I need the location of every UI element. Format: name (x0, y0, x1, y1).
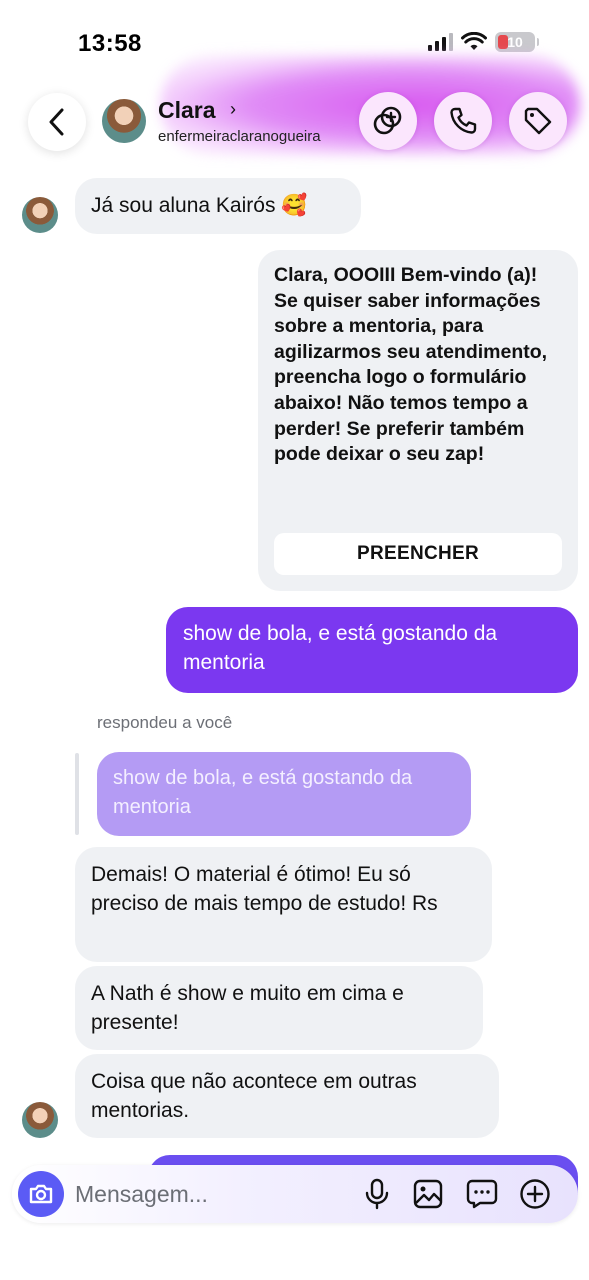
gallery-icon (413, 1179, 443, 1209)
battery-icon: 10 (495, 32, 539, 52)
auto-reply-text: Clara, OOOIII Bem-vindo (a)! Se quiser s… (274, 264, 548, 466)
contact-name[interactable]: Clara (158, 97, 216, 124)
quoted-message[interactable]: show de bola, e está gostando da mentori… (97, 752, 471, 836)
incoming-message[interactable]: Demais! O material é ótimo! Eu só precis… (75, 847, 492, 962)
microphone-button[interactable] (360, 1177, 394, 1211)
sender-avatar[interactable] (22, 1102, 58, 1138)
auto-reply-card: Clara, OOOIII Bem-vindo (a)! Se quiser s… (258, 250, 578, 591)
sticker-button[interactable] (359, 92, 417, 150)
camera-icon (29, 1184, 53, 1204)
wifi-icon (461, 32, 487, 50)
chat-icon (466, 1179, 498, 1209)
reply-indicator (75, 753, 79, 835)
status-time: 13:58 (78, 30, 142, 57)
signal-icon (428, 33, 453, 51)
outgoing-message[interactable]: show de bola, e está gostando da mentori… (166, 607, 578, 693)
add-button[interactable] (518, 1177, 552, 1211)
plus-icon (520, 1179, 550, 1209)
reply-label: respondeu a você (97, 713, 233, 732)
back-button[interactable] (28, 93, 86, 151)
incoming-message[interactable]: A Nath é show e muito em cima e presente… (75, 966, 483, 1050)
message-input[interactable] (75, 1178, 345, 1210)
tag-button[interactable] (509, 92, 567, 150)
tag-icon (524, 107, 552, 135)
call-button[interactable] (434, 92, 492, 150)
incoming-message[interactable]: Coisa que não acontece em outras mentori… (75, 1054, 499, 1138)
contact-avatar[interactable] (102, 99, 146, 143)
camera-button[interactable] (18, 1171, 64, 1217)
chevron-left-icon (49, 108, 64, 136)
battery-level: 10 (507, 34, 523, 50)
sender-avatar[interactable] (22, 197, 58, 233)
contact-username[interactable]: enfermeiraclaranogueira (158, 128, 321, 145)
gallery-button[interactable] (411, 1177, 445, 1211)
incoming-message[interactable]: Já sou aluna Kairós 🥰 (75, 178, 361, 234)
sticker-icon (373, 106, 402, 135)
chevron-right-icon[interactable]: › (230, 99, 236, 120)
microphone-icon (365, 1178, 389, 1210)
fill-form-button[interactable]: PREENCHER (274, 533, 562, 575)
chat-button[interactable] (465, 1177, 499, 1211)
phone-icon (450, 107, 477, 134)
